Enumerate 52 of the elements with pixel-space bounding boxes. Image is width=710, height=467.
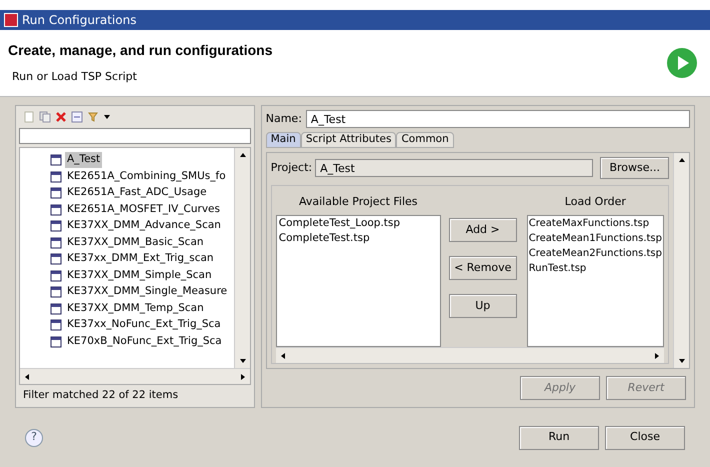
vertical-scrollbar[interactable] xyxy=(234,148,250,368)
dropdown-caret-icon[interactable] xyxy=(103,113,111,121)
configuration-icon xyxy=(50,154,62,166)
copy-icon[interactable] xyxy=(39,111,51,123)
load-order-title: Load Order xyxy=(564,194,627,210)
configuration-icon xyxy=(50,220,62,232)
file-item[interactable]: RunTest.tsp xyxy=(528,260,662,276)
configuration-icon xyxy=(50,319,62,332)
run-icon xyxy=(666,47,698,79)
horizontal-scrollbar[interactable] xyxy=(276,347,664,363)
filter-icon[interactable] xyxy=(87,111,99,123)
move-button[interactable]: < Remove xyxy=(448,256,517,280)
filter-field[interactable] xyxy=(19,128,251,144)
configuration-icon xyxy=(50,253,62,266)
dialog-button[interactable]: Run xyxy=(519,426,599,450)
available-files-title: Available Project Files xyxy=(298,194,419,210)
configuration-icon xyxy=(50,270,62,282)
file-item[interactable]: CreateMean1Functions.tsp xyxy=(528,230,662,246)
header-subtitle: Run or Load TSP Script xyxy=(12,69,138,86)
configuration-icon xyxy=(50,336,62,348)
collapse-icon[interactable] xyxy=(71,111,83,123)
tab[interactable]: Main xyxy=(266,132,301,148)
configuration-icon xyxy=(50,187,62,200)
dialog-button[interactable]: Close xyxy=(605,426,685,450)
configuration-icon xyxy=(50,302,62,315)
vertical-scrollbar[interactable] xyxy=(673,153,689,368)
browse-button[interactable]: Browse... xyxy=(600,157,669,179)
configuration-icon xyxy=(50,286,62,298)
header-title: Create, manage, and run configurations xyxy=(8,41,272,60)
new-document-icon[interactable] xyxy=(23,111,35,123)
configuration-icon xyxy=(50,170,62,183)
delete-icon[interactable] xyxy=(55,111,67,123)
file-item[interactable]: CreateMean2Functions.tsp xyxy=(528,246,662,260)
project-field[interactable]: A_Test xyxy=(315,159,594,177)
help-button[interactable]: ? xyxy=(25,428,43,446)
window-title: Run Configurations xyxy=(22,12,136,29)
configuration-icon xyxy=(50,236,62,249)
app-icon xyxy=(4,13,18,27)
horizontal-scrollbar[interactable] xyxy=(20,368,250,384)
file-item[interactable]: CompleteTest.tsp xyxy=(278,231,438,247)
name-field[interactable]: A_Test xyxy=(306,110,690,128)
project-label: Project: xyxy=(270,160,312,176)
move-button[interactable]: Add > xyxy=(448,218,517,242)
tree-item[interactable]: A_Test xyxy=(65,152,102,168)
tab[interactable]: Script Attributes xyxy=(300,132,396,148)
name-label: Name: xyxy=(266,110,302,127)
filter-status: Filter matched 22 of 22 items xyxy=(22,388,180,403)
configuration-icon xyxy=(50,204,62,216)
tab[interactable]: Common xyxy=(396,132,454,148)
file-item[interactable]: CreateMaxFunctions.tsp xyxy=(528,216,662,230)
move-button[interactable]: Up xyxy=(448,294,517,318)
file-item[interactable]: CompleteTest_Loop.tsp xyxy=(278,216,438,232)
